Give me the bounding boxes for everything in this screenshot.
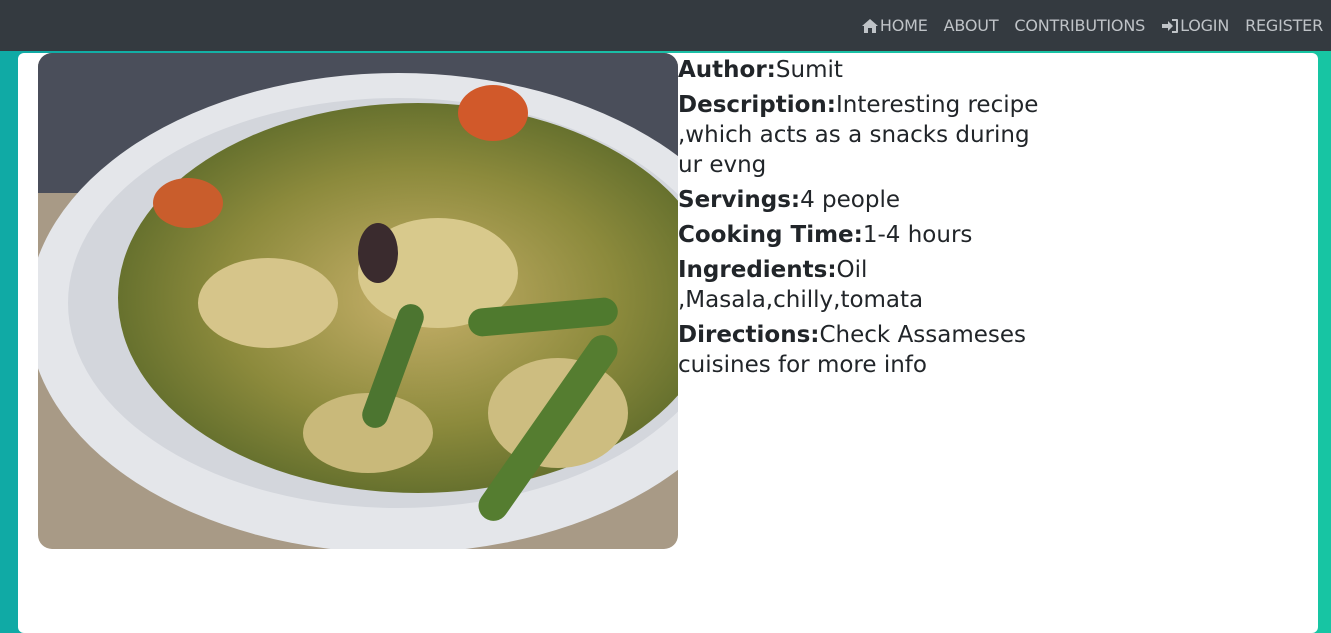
cooking-time-label: Cooking Time: [678,222,863,248]
nav-contributions-link[interactable]: CONTRIBUTIONS [1014,16,1145,35]
directions-label: Directions: [678,322,820,348]
ingredients-label: Ingredients: [678,257,837,283]
cooking-time-row: Cooking Time:1-4 hours [678,220,1058,250]
nav-register-link[interactable]: REGISTER [1245,16,1323,35]
directions-row: Directions:Check Assameses cuisines for … [678,320,1058,380]
nav-register-label: REGISTER [1245,16,1323,35]
sign-in-icon [1162,18,1179,33]
nav-contributions-label: CONTRIBUTIONS [1014,16,1146,35]
nav-home-link[interactable]: HOME [861,16,928,35]
navbar: HOME ABOUT CONTRIBUTIONS LOGIN REGISTER [0,0,1331,51]
description-row: Description:Interesting recipe ,which ac… [678,90,1058,180]
nav-home-label: HOME [879,16,928,35]
servings-label: Servings: [678,187,801,213]
cooking-time-value: 1-4 hours [862,222,973,248]
servings-row: Servings:4 people [678,185,1058,215]
pasta-dish-image [38,53,678,549]
recipe-details: Author:Sumit Description:Interesting rec… [678,55,1058,385]
author-value: Sumit [775,57,843,83]
ingredients-row: Ingredients:Oil ,Masala,chilly,tomata [678,255,1058,315]
nav-about-label: ABOUT [943,16,999,35]
recipe-card: Author:Sumit Description:Interesting rec… [18,53,1318,633]
servings-value: 4 people [800,187,901,213]
nav-about-link[interactable]: ABOUT [944,16,999,35]
home-icon [861,18,878,33]
recipe-photo [38,53,678,549]
author-label: Author: [678,57,776,83]
nav-login-label: LOGIN [1180,16,1230,35]
description-label: Description: [678,92,836,118]
nav-login-link[interactable]: LOGIN [1161,16,1229,35]
author-row: Author:Sumit [678,55,1058,85]
